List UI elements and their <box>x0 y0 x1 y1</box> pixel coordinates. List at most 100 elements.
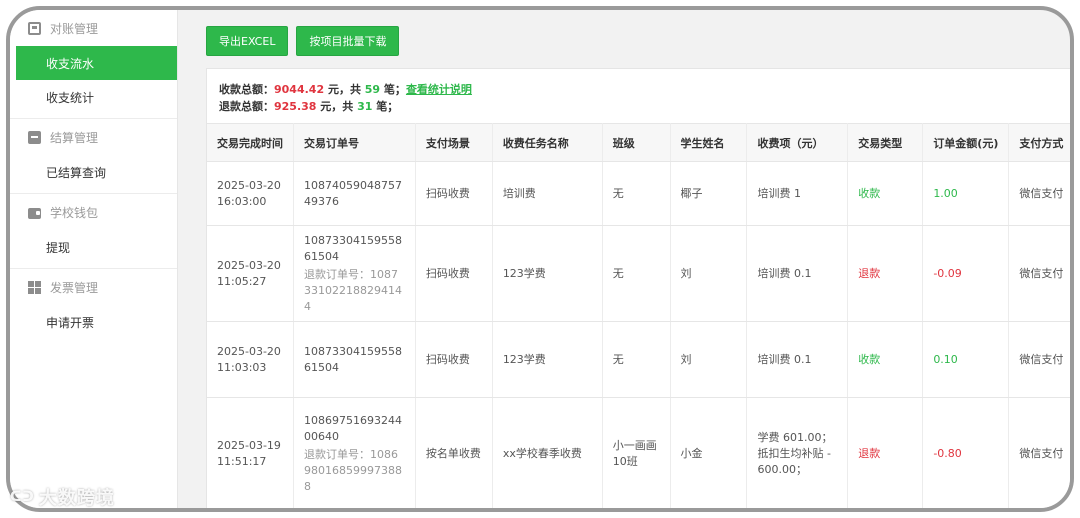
refund-unit: 元，共 <box>316 100 358 113</box>
app-window: 对账管理 收支流水 收支统计 结算管理 已结算查询 学校钱包 提现 发票管理 申 <box>6 6 1074 512</box>
cell-amount: 1.00 <box>922 161 1010 226</box>
table-row: 2025-03-20 11:05:27 1087330415955861504 退… <box>207 225 1070 322</box>
group-title-label: 发票管理 <box>50 280 99 295</box>
menu-group-title: 对账管理 <box>10 10 177 46</box>
group-title-label: 学校钱包 <box>50 205 99 220</box>
refund-amount: 925.38 <box>274 100 317 113</box>
refund-label: 退款总额： <box>219 100 274 113</box>
col-header-fee-item: 收费项（元） <box>746 123 849 162</box>
cell-order: 1087330415955861504 <box>293 321 416 398</box>
cell-amount: -0.09 <box>922 225 1010 322</box>
stats-explanation-link[interactable]: 查看统计说明 <box>406 83 472 96</box>
cell-student: 刘 <box>670 225 748 322</box>
cell-fee-item: 培训费 0.1 <box>746 321 849 398</box>
order-number: 1087330415955861504 <box>304 344 402 374</box>
cell-amount: -0.80 <box>922 397 1010 508</box>
cell-task: 培训费 <box>492 161 603 226</box>
cell-type: 收款 <box>847 161 924 226</box>
table-header-row: 交易完成时间 交易订单号 支付场景 收费任务名称 班级 学生姓名 收费项（元） … <box>207 123 1070 162</box>
cell-student: 椰子 <box>670 161 748 226</box>
cell-type: 收款 <box>847 321 924 398</box>
refund-order-number: 退款订单号：1086980168599973888 <box>304 447 402 493</box>
cell-order: 1086975169324400640 退款订单号：108698016859997… <box>293 397 416 508</box>
menu-group-wallet: 学校钱包 提现 <box>10 194 177 269</box>
cell-student: 刘 <box>670 321 748 398</box>
col-header-order: 交易订单号 <box>293 123 416 162</box>
document-icon <box>28 21 41 35</box>
watermark-text: 大数跨境 <box>38 488 115 509</box>
group-title-label: 对账管理 <box>50 21 99 36</box>
cell-scene: 扫码收费 <box>415 161 493 226</box>
cell-fee-item: 培训费 0.1 <box>746 225 849 322</box>
cell-fee-item: 学费 601.00；抵扣生均补贴 -600.00； <box>746 397 849 508</box>
refund-order-number: 退款订单号：1087331022188294144 <box>304 267 402 313</box>
sidebar-item-transactions[interactable]: 收支流水 <box>16 46 177 80</box>
table-row: 2025-03-19 11:51:17 1086975169324400640 退… <box>207 397 1070 508</box>
cell-class: 无 <box>602 225 671 322</box>
cell-scene: 扫码收费 <box>415 321 493 398</box>
menu-group-settlement: 结算管理 已结算查询 <box>10 119 177 194</box>
cell-type: 退款 <box>847 397 924 508</box>
watermark-logo-icon: ᑕᑐ <box>10 489 35 505</box>
main-content: 导出EXCEL 按项目批量下载 收款总额：9044.42 元，共 59 笔；查看… <box>188 10 1070 508</box>
col-header-scene: 支付场景 <box>415 123 493 162</box>
cell-scene: 按名单收费 <box>415 397 493 508</box>
income-unit: 元，共 <box>324 83 365 96</box>
card-icon <box>28 130 41 144</box>
order-number: 1086975169324400640 <box>304 413 402 443</box>
cell-pay: 微信支付 <box>1008 225 1070 322</box>
order-number: 1087405904875749376 <box>304 178 402 208</box>
cell-type: 退款 <box>847 225 924 322</box>
cell-task: 123学费 <box>492 225 603 322</box>
refund-count: 31 <box>357 100 373 113</box>
col-header-type: 交易类型 <box>847 123 924 162</box>
transactions-panel: 收款总额：9044.42 元，共 59 笔；查看统计说明 退款总额：925.38… <box>206 68 1070 508</box>
col-header-class: 班级 <box>602 123 671 162</box>
cell-class: 无 <box>602 321 671 398</box>
cell-class: 小一画画10班 <box>602 397 671 508</box>
cell-time: 2025-03-20 11:03:03 <box>207 321 294 398</box>
income-summary: 收款总额：9044.42 元，共 59 笔；查看统计说明 <box>219 81 1067 98</box>
refund-count-unit: 笔； <box>372 100 399 113</box>
toolbar: 导出EXCEL 按项目批量下载 <box>206 26 400 56</box>
col-header-amount: 订单金额(元) <box>922 123 1010 162</box>
order-number: 1087330415955861504 <box>304 233 402 263</box>
sidebar-item-withdraw[interactable]: 提现 <box>10 230 177 264</box>
menu-group-reconciliation: 对账管理 收支流水 收支统计 <box>10 10 177 119</box>
menu-group-title: 发票管理 <box>10 269 177 305</box>
cell-pay: 微信支付 <box>1008 321 1070 398</box>
cell-pay: 微信支付 <box>1008 161 1070 226</box>
cell-order: 1087405904875749376 <box>293 161 416 226</box>
table-row: 2025-03-20 11:03:03 1087330415955861504 … <box>207 321 1070 398</box>
sidebar-item-settled-query[interactable]: 已结算查询 <box>10 155 177 189</box>
menu-group-title: 学校钱包 <box>10 194 177 230</box>
income-amount: 9044.42 <box>274 83 325 96</box>
cell-student: 小金 <box>670 397 748 508</box>
grid-icon <box>28 280 41 294</box>
income-count: 59 <box>364 83 381 96</box>
col-header-task: 收费任务名称 <box>492 123 603 162</box>
cell-pay: 微信支付 <box>1008 397 1070 508</box>
group-title-label: 结算管理 <box>50 130 99 145</box>
batch-download-button[interactable]: 按项目批量下载 <box>296 26 400 56</box>
cell-time: 2025-03-20 11:05:27 <box>207 225 294 322</box>
export-excel-button[interactable]: 导出EXCEL <box>206 26 289 56</box>
cell-task: 123学费 <box>492 321 603 398</box>
table-row: 2025-03-20 16:03:00 1087405904875749376 … <box>207 161 1070 226</box>
cell-amount: 0.10 <box>922 321 1010 398</box>
sidebar-item-statistics[interactable]: 收支统计 <box>10 80 177 114</box>
income-count-unit: 笔； <box>380 83 406 96</box>
transactions-table: 交易完成时间 交易订单号 支付场景 收费任务名称 班级 学生姓名 收费项（元） … <box>207 123 1070 508</box>
income-label: 收款总额： <box>219 83 274 96</box>
sidebar-item-apply-invoice[interactable]: 申请开票 <box>10 305 177 339</box>
menu-group-invoice: 发票管理 申请开票 <box>10 269 177 343</box>
col-header-student: 学生姓名 <box>670 123 748 162</box>
summary: 收款总额：9044.42 元，共 59 笔；查看统计说明 退款总额：925.38… <box>207 69 1070 123</box>
cell-order: 1087330415955861504 退款订单号：108733102218829… <box>293 225 416 322</box>
cell-time: 2025-03-19 11:51:17 <box>207 397 294 508</box>
cell-time: 2025-03-20 16:03:00 <box>207 161 294 226</box>
cell-fee-item: 培训费 1 <box>746 161 849 226</box>
sidebar: 对账管理 收支流水 收支统计 结算管理 已结算查询 学校钱包 提现 发票管理 申 <box>10 10 178 508</box>
wallet-icon <box>28 207 41 219</box>
cell-scene: 扫码收费 <box>415 225 493 322</box>
